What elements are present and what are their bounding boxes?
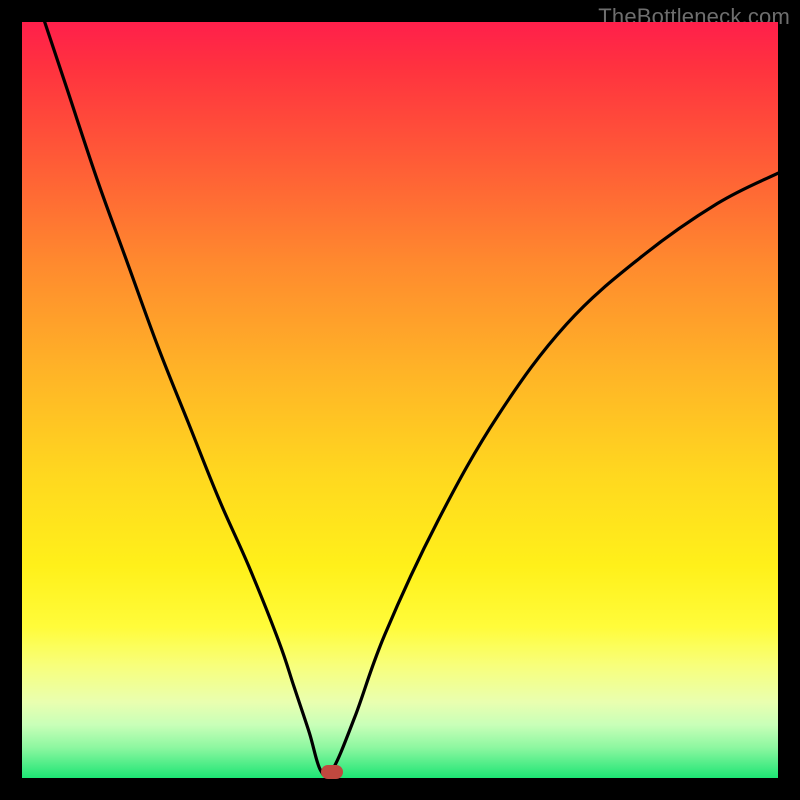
chart-frame: TheBottleneck.com xyxy=(0,0,800,800)
bottleneck-curve xyxy=(22,22,778,778)
minimum-marker xyxy=(321,765,343,779)
plot-area xyxy=(22,22,778,778)
